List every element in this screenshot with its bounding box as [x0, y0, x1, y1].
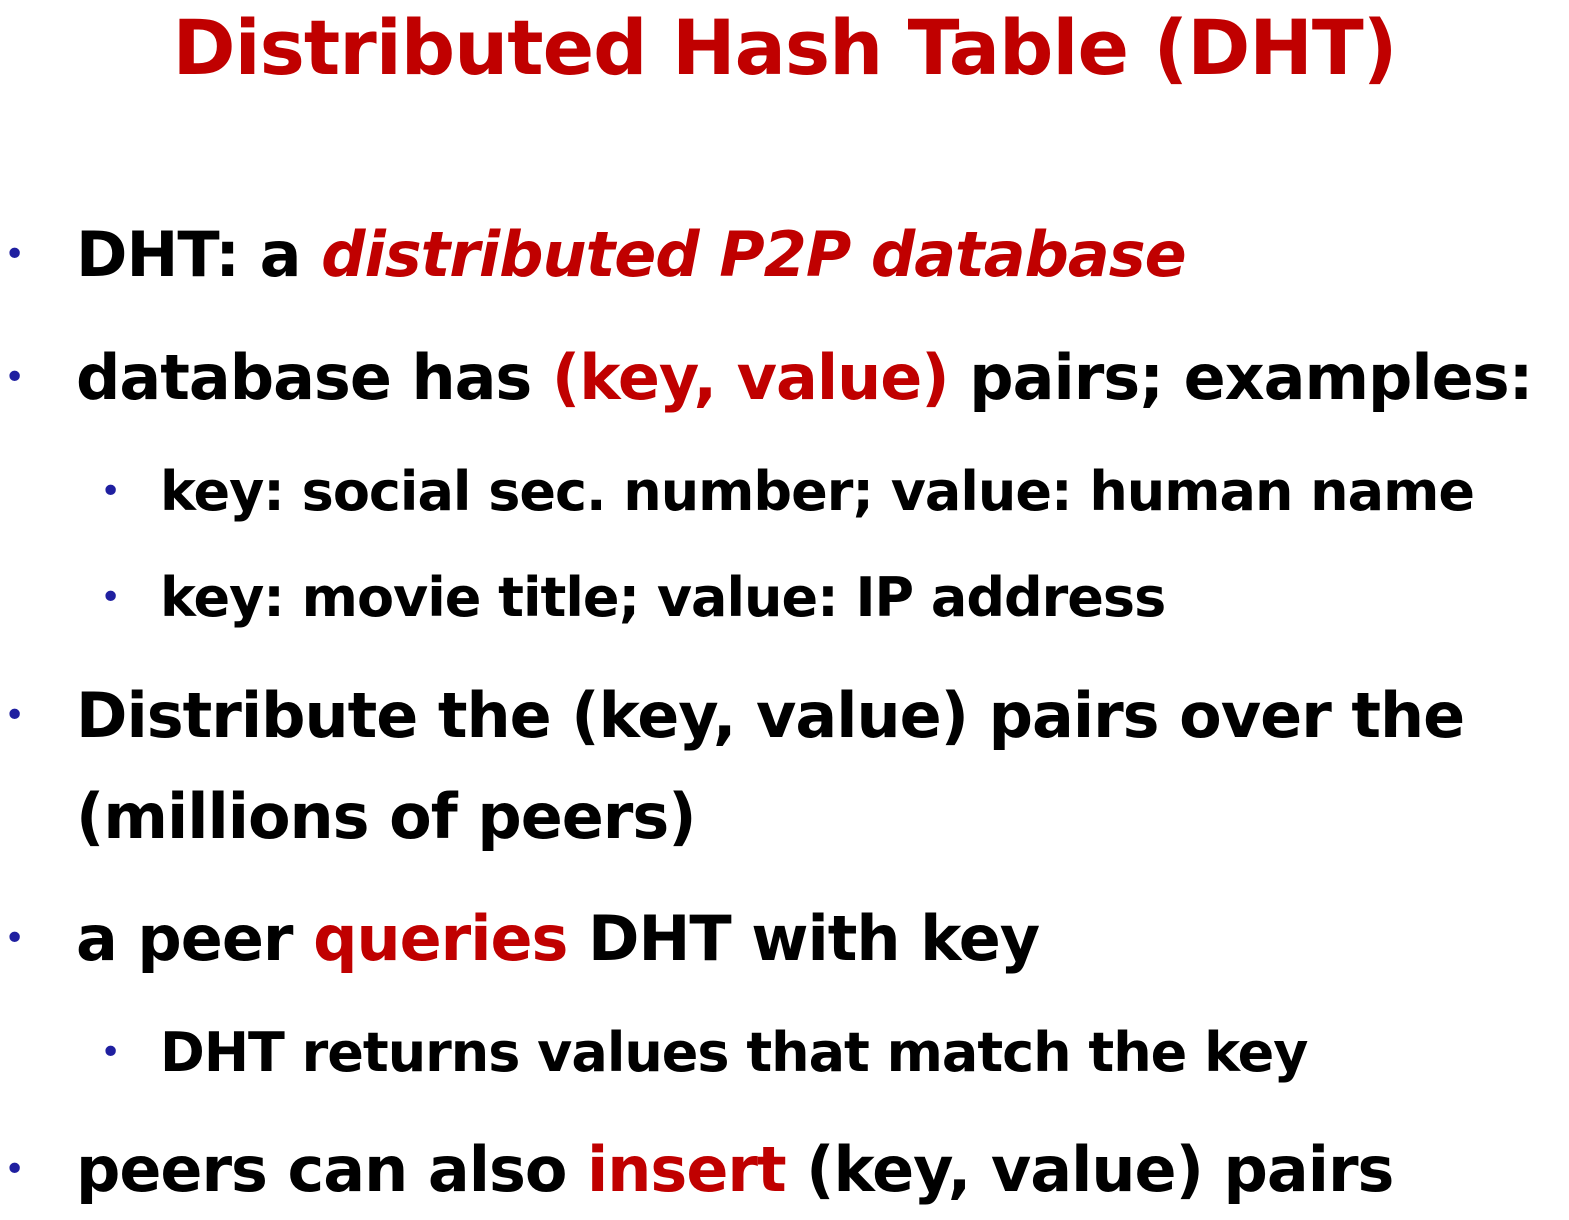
bullet-dot-icon: • [4, 918, 25, 959]
bullet-text: (key, value) pairs [785, 1133, 1394, 1206]
bullet-dot-icon: • [100, 577, 121, 618]
bullet-text: DHT: a [76, 218, 322, 291]
slide-title: Distributed Hash Table (DHT) [172, 3, 1398, 92]
bullet-key-value-pairs: • database has (key, value) pairs; examp… [4, 328, 1533, 428]
bullet-text: Distribute the (key, value) pairs over t… [76, 679, 1465, 752]
bullet-distribute-pairs: • Distribute the (key, value) pairs over… [4, 666, 1465, 766]
bullet-dot-icon: • [100, 471, 121, 512]
bullet-dot-icon: • [4, 695, 25, 736]
bullet-text: peers can also [76, 1133, 588, 1206]
bullet-dot-icon: • [4, 1149, 25, 1190]
bullet-emphasis: queries [313, 902, 568, 975]
bullet-peer-queries: • a peer queries DHT with key [4, 889, 1040, 989]
bullet-text: DHT with key [567, 902, 1040, 975]
slide: Distributed Hash Table (DHT) • DHT: a di… [0, 0, 1569, 1219]
subbullet-example-movie: • key: movie title; value: IP address [100, 558, 1166, 638]
bullet-emphasis: (key, value) [551, 341, 950, 414]
bullet-text: a peer [76, 902, 314, 975]
subbullet-example-ssn: • key: social sec. number; value: human … [100, 452, 1475, 532]
bullet-text: DHT returns values that match the key [160, 1021, 1308, 1084]
bullet-emphasis: insert [587, 1133, 787, 1206]
bullet-text: (millions of peers) [76, 780, 697, 853]
bullet-dht-definition: • DHT: a distributed P2P database [4, 205, 1187, 305]
bullet-dot-icon: • [4, 234, 25, 275]
subbullet-dht-returns: • DHT returns values that match the key [100, 1013, 1308, 1093]
bullet-text: key: movie title; value: IP address [160, 566, 1166, 629]
bullet-distribute-pairs-continued: (millions of peers) [76, 767, 697, 867]
bullet-emphasis: distributed P2P database [321, 218, 1187, 291]
bullet-text: key: social sec. number; value: human na… [160, 460, 1475, 523]
bullet-dot-icon: • [100, 1032, 121, 1073]
bullet-text: database has [76, 341, 552, 414]
bullet-peers-insert: • peers can also insert (key, value) pai… [4, 1120, 1394, 1220]
bullet-dot-icon: • [4, 357, 25, 398]
bullet-text: pairs; examples: [948, 341, 1533, 414]
